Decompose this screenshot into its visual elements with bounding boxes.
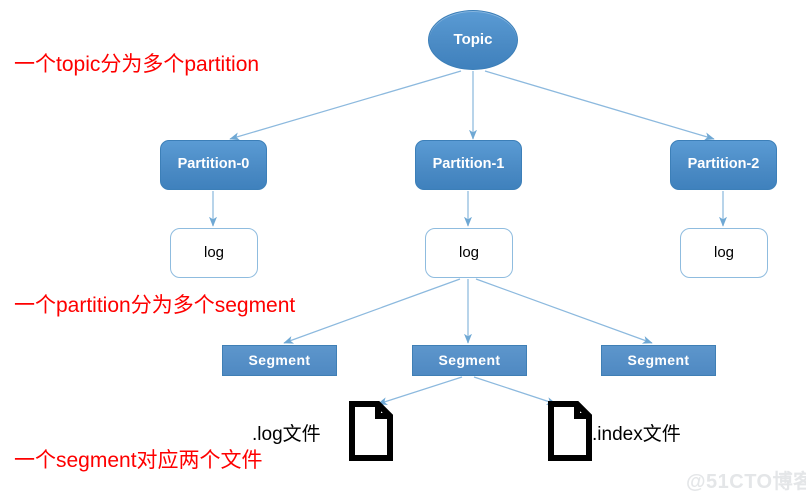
node-segment-0[interactable]: Segment — [222, 345, 337, 376]
node-log-1[interactable]: log — [425, 228, 513, 278]
edge-segment-1-to-index-file — [473, 376, 557, 405]
node-partition-0-label: Partition-0 — [177, 156, 250, 173]
edge-segment-1-to-log-file — [377, 376, 463, 405]
node-log-2-label: log — [713, 243, 735, 261]
file-label-index: .index文件 — [592, 424, 681, 445]
node-log-2[interactable]: log — [680, 228, 768, 278]
edge-log-1-to-segment-2 — [475, 278, 653, 344]
node-log-1-label: log — [458, 243, 480, 261]
node-segment-2-label: Segment — [627, 351, 690, 368]
edge-topic-to-partition-0 — [229, 70, 462, 141]
node-segment-2[interactable]: Segment — [601, 345, 716, 376]
file-document-icon-index[interactable] — [548, 401, 592, 466]
file-document-icon-log[interactable] — [349, 401, 393, 466]
node-partition-1[interactable]: Partition-1 — [415, 140, 522, 190]
node-partition-1-label: Partition-1 — [432, 156, 505, 173]
annotation-segment-files: 一个segment对应两个文件 — [14, 449, 263, 472]
edge-log-1-to-segment-0 — [283, 278, 461, 344]
edge-topic-to-partition-2 — [484, 70, 715, 141]
node-segment-0-label: Segment — [248, 351, 311, 368]
node-log-0-label: log — [203, 243, 225, 261]
node-partition-2[interactable]: Partition-2 — [670, 140, 777, 190]
node-log-0[interactable]: log — [170, 228, 258, 278]
file-label-log: .log文件 — [252, 424, 321, 445]
node-segment-1-label: Segment — [438, 351, 501, 368]
node-partition-0[interactable]: Partition-0 — [160, 140, 267, 190]
node-topic[interactable]: Topic — [428, 10, 518, 70]
watermark: @51CTO博客 — [686, 471, 806, 493]
node-partition-2-label: Partition-2 — [687, 156, 760, 173]
node-topic-label: Topic — [453, 30, 493, 48]
node-segment-1[interactable]: Segment — [412, 345, 527, 376]
annotation-topic-partition: 一个topic分为多个partition — [14, 53, 260, 76]
diagram-canvas: Topic Partition-0 Partition-1 Partition-… — [0, 0, 806, 502]
annotation-partition-segment: 一个partition分为多个segment — [14, 294, 296, 317]
